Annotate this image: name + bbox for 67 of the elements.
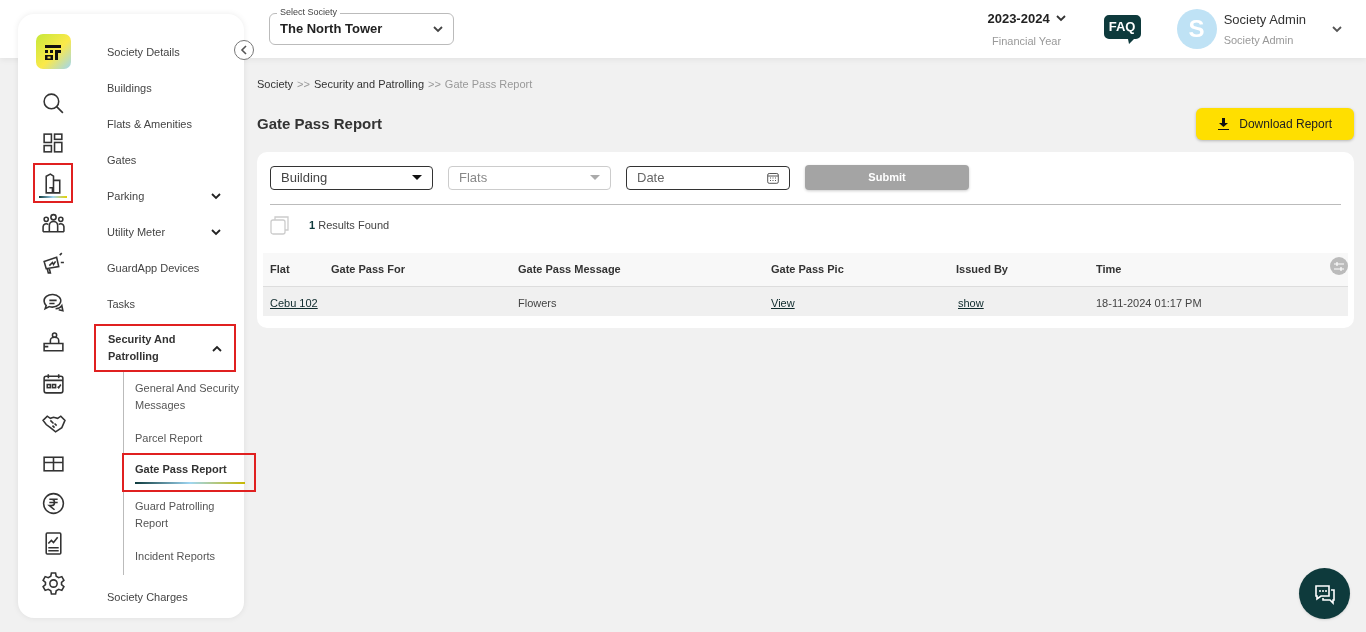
table-cell: Flowers	[518, 296, 557, 309]
sidebar-item[interactable]: Buildings	[95, 70, 233, 106]
chevron-down-icon	[433, 25, 443, 33]
sidebar-item[interactable]: Security And Patrolling	[96, 326, 234, 370]
search-icon	[40, 90, 66, 116]
collapse-sidebar-button[interactable]	[234, 40, 254, 60]
sidebar-item[interactable]: Society Details	[95, 34, 233, 70]
copy-icon	[270, 215, 289, 235]
sidebar-subitem[interactable]: Parcel Report	[124, 422, 254, 455]
app-logo[interactable]	[35, 34, 71, 69]
sidebar-subitem[interactable]: Gate Pass Report	[124, 455, 254, 490]
rupee-icon	[40, 490, 66, 516]
sidebar-item[interactable]: GuardApp Devices	[95, 250, 233, 286]
page-title: Gate Pass Report	[257, 113, 383, 134]
settings-icon	[40, 570, 66, 596]
chevron-up-icon	[212, 344, 222, 352]
download-report-button[interactable]: Download Report	[1196, 108, 1354, 140]
sidebar-item[interactable]: Society Charges	[95, 579, 233, 615]
dropdown-arrow-icon	[590, 175, 600, 180]
grid-icon	[40, 130, 66, 156]
column-header: Flat	[270, 262, 290, 278]
user-name: Society Admin	[1223, 11, 1306, 29]
sidebar-item[interactable]: Tasks	[95, 286, 233, 322]
chevron-left-icon	[240, 45, 248, 55]
breadcrumb-separator: >>	[428, 76, 441, 92]
download-icon	[1218, 118, 1230, 130]
financial-year-select[interactable]: 2023-2024	[987, 9, 1066, 29]
table-link[interactable]: View	[771, 296, 795, 309]
society-select-label: Select Society	[277, 6, 341, 18]
column-header: Gate Pass Message	[518, 262, 621, 278]
select-field[interactable]: Building	[270, 165, 433, 190]
sliders-icon	[1334, 261, 1344, 271]
rail-nav-button[interactable]	[33, 163, 73, 203]
chevron-down-icon	[1332, 25, 1342, 33]
sidebar-item[interactable]: Gates	[95, 142, 233, 178]
calendar-icon	[767, 171, 779, 184]
financial-year-label: Financial Year	[992, 33, 1062, 49]
logo-mark-icon	[44, 42, 62, 61]
chevron-down-icon	[1055, 15, 1066, 23]
user-avatar: S	[1176, 9, 1217, 49]
breadcrumb-separator: >>	[297, 76, 310, 92]
breadcrumb-current: Gate Pass Report	[444, 76, 533, 92]
table-link[interactable]: show	[958, 296, 984, 309]
sidebar-subitem[interactable]: Guard Patrolling Report	[124, 490, 254, 540]
sidebar-item[interactable]: Flats & Amenities	[95, 106, 233, 142]
chat-button[interactable]	[1299, 568, 1350, 619]
table-cell: 18-11-2024 01:17 PM	[1096, 296, 1202, 309]
chevron-down-icon	[211, 228, 221, 236]
sidebar-item[interactable]: Parking	[95, 178, 233, 214]
column-header: Issued By	[956, 262, 1008, 278]
results-count: 1 Results Found	[309, 217, 390, 233]
user-role: Society Admin	[1223, 32, 1295, 48]
sidebar-item[interactable]: Utility Meter	[95, 214, 233, 250]
breadcrumb-link[interactable]: Security and Patrolling	[313, 75, 424, 93]
date-field[interactable]: Date	[626, 165, 790, 190]
megaphone-icon	[40, 250, 66, 276]
column-header: Gate Pass For	[331, 262, 405, 278]
column-header: Time	[1096, 262, 1122, 278]
faq-button[interactable]: FAQ	[1103, 14, 1141, 44]
dropdown-arrow-icon	[412, 175, 422, 180]
breadcrumb-link[interactable]: Society	[257, 75, 294, 93]
chevron-down-icon	[211, 192, 221, 200]
column-header: Gate Pass Pic	[771, 262, 844, 278]
sidebar-subitem[interactable]: General And Security Messages	[124, 372, 254, 422]
table-link[interactable]: Cebu 102	[270, 296, 318, 309]
chat-bubbles-icon	[1312, 582, 1337, 605]
sidebar-subitem[interactable]: Incident Reports	[124, 540, 254, 573]
